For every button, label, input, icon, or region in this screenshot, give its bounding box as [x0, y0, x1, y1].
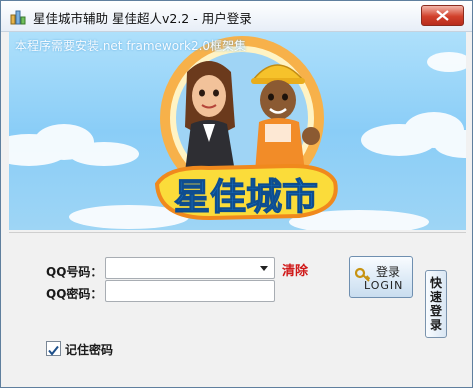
banner-image: 星佳城市 本程序需要安装.net framework2.0框架集 [9, 32, 466, 230]
login-window: 星佳城市辅助 星佳超人v2.2 - 用户登录 星佳城市 本程序需要安装.net … [0, 0, 473, 388]
login-button[interactable]: 登录 LOGIN [349, 256, 413, 298]
login-panel: QQ号码： 清除 QQ密码： 登录 LOGIN 快速登录 记住密码 [9, 232, 466, 381]
qq-number-combobox[interactable] [105, 257, 275, 279]
login-button-sublabel: LOGIN [364, 279, 404, 292]
checkmark-icon [48, 345, 59, 356]
window-title: 星佳城市辅助 星佳超人v2.2 - 用户登录 [33, 11, 252, 26]
banner-illustration: 星佳城市 [9, 36, 466, 230]
quick-login-label: 快速登录 [429, 276, 442, 332]
password-field[interactable] [105, 280, 275, 302]
login-button-label: 登录 [376, 265, 401, 279]
quick-login-button[interactable]: 快速登录 [425, 270, 447, 338]
title-bar[interactable]: 星佳城市辅助 星佳超人v2.2 - 用户登录 [1, 1, 472, 32]
chevron-down-icon[interactable] [257, 261, 271, 275]
app-icon [10, 10, 26, 25]
logo-text: 星佳城市 [174, 177, 318, 218]
framework-note: 本程序需要安装.net framework2.0框架集 [15, 39, 247, 53]
qq-label: QQ号码： [46, 265, 103, 279]
woman-character [185, 61, 235, 172]
password-label: QQ密码： [46, 287, 103, 301]
logo: 星佳城市 [154, 163, 338, 221]
remember-label: 记住密码 [65, 343, 114, 357]
close-button[interactable] [421, 5, 464, 26]
clear-link[interactable]: 清除 [282, 260, 308, 279]
remember-checkbox[interactable] [46, 341, 61, 356]
close-icon [436, 10, 449, 21]
